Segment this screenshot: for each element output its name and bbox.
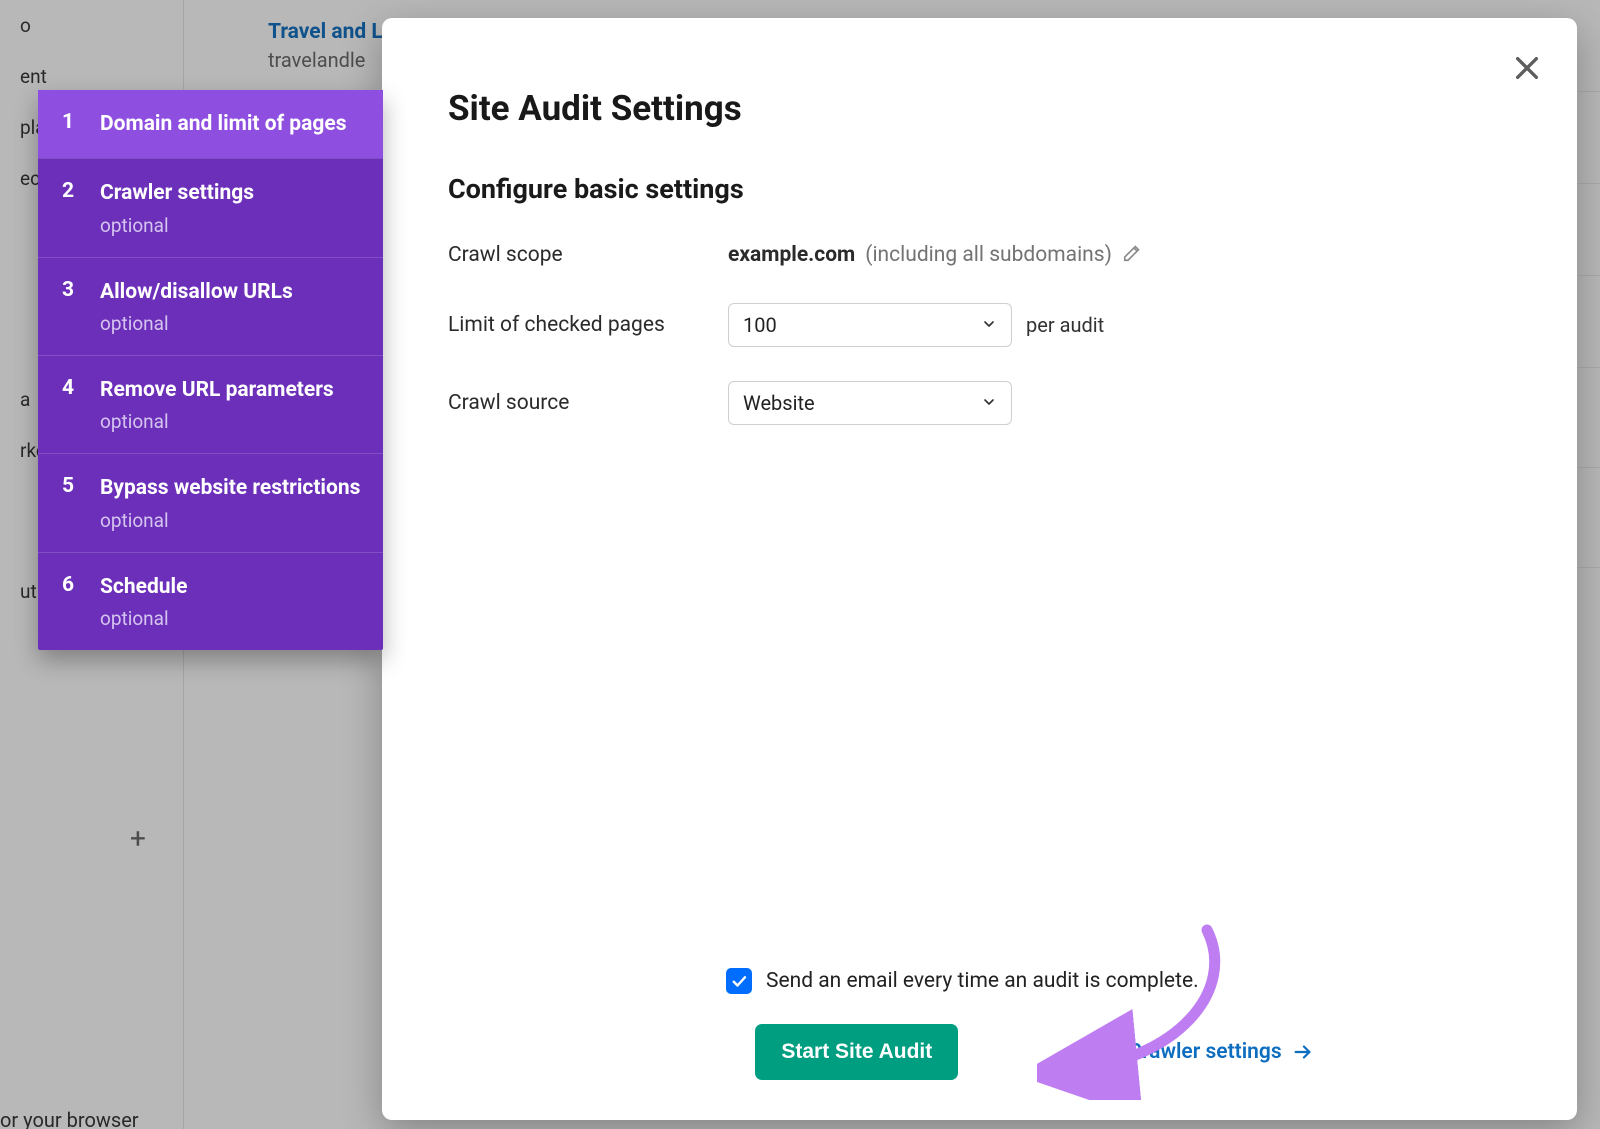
dialog-subtitle: Configure basic settings (448, 173, 1511, 205)
start-site-audit-button[interactable]: Start Site Audit (755, 1024, 958, 1080)
step-title: Remove URL parameters (100, 376, 334, 404)
step-optional: optional (100, 410, 334, 433)
chevron-down-icon (981, 391, 997, 415)
settings-wizard-steps: 1 Domain and limit of pages 2 Crawler se… (38, 90, 383, 650)
wizard-step-remove-url-params[interactable]: 4 Remove URL parameters optional (38, 355, 383, 453)
step-title: Allow/disallow URLs (100, 278, 293, 306)
field-crawl-scope: Crawl scope example.com (including all s… (448, 241, 1511, 269)
link-label: Crawler settings (1128, 1040, 1281, 1064)
pencil-icon (1122, 241, 1144, 263)
limit-suffix: per audit (1026, 313, 1104, 337)
close-icon (1511, 52, 1543, 84)
field-label: Limit of checked pages (448, 313, 728, 337)
crawl-scope-note: (including all subdomains) (865, 243, 1112, 267)
step-number: 3 (62, 278, 78, 335)
close-button[interactable] (1505, 46, 1549, 90)
email-notify-checkbox[interactable] (726, 968, 752, 994)
checkmark-icon (730, 972, 748, 990)
step-optional: optional (100, 607, 187, 630)
email-notify-label: Send an email every time an audit is com… (766, 969, 1199, 993)
select-value: 100 (743, 313, 777, 337)
crawl-scope-domain: example.com (728, 243, 855, 267)
site-audit-settings-dialog: Site Audit Settings Configure basic sett… (382, 18, 1577, 1120)
step-title: Bypass website restrictions (100, 474, 360, 502)
wizard-step-schedule[interactable]: 6 Schedule optional (38, 552, 383, 650)
step-number: 5 (62, 474, 78, 531)
step-number: 1 (62, 110, 78, 138)
limit-pages-select[interactable]: 100 (728, 303, 1012, 347)
field-limit-pages: Limit of checked pages 100 per audit (448, 303, 1511, 347)
step-number: 4 (62, 376, 78, 433)
field-label: Crawl scope (448, 243, 728, 267)
dialog-footer: Send an email every time an audit is com… (448, 968, 1511, 1080)
field-label: Crawl source (448, 391, 728, 415)
wizard-step-domain-limit[interactable]: 1 Domain and limit of pages (38, 90, 383, 158)
step-title: Schedule (100, 573, 187, 601)
select-value: Website (743, 391, 815, 415)
step-title: Crawler settings (100, 179, 254, 207)
edit-button[interactable] (1122, 241, 1144, 269)
step-optional: optional (100, 509, 360, 532)
crawler-settings-link[interactable]: Crawler settings (1128, 1040, 1313, 1064)
field-crawl-source: Crawl source Website (448, 381, 1511, 425)
wizard-step-crawler-settings[interactable]: 2 Crawler settings optional (38, 158, 383, 256)
step-title: Domain and limit of pages (100, 110, 346, 138)
dialog-title: Site Audit Settings (448, 88, 1511, 129)
step-number: 2 (62, 179, 78, 236)
wizard-step-allow-disallow[interactable]: 3 Allow/disallow URLs optional (38, 257, 383, 355)
arrow-right-icon (1292, 1041, 1314, 1063)
chevron-down-icon (981, 313, 997, 337)
wizard-step-bypass-restrictions[interactable]: 5 Bypass website restrictions optional (38, 453, 383, 551)
crawl-source-select[interactable]: Website (728, 381, 1012, 425)
step-optional: optional (100, 312, 293, 335)
step-optional: optional (100, 214, 254, 237)
step-number: 6 (62, 573, 78, 630)
